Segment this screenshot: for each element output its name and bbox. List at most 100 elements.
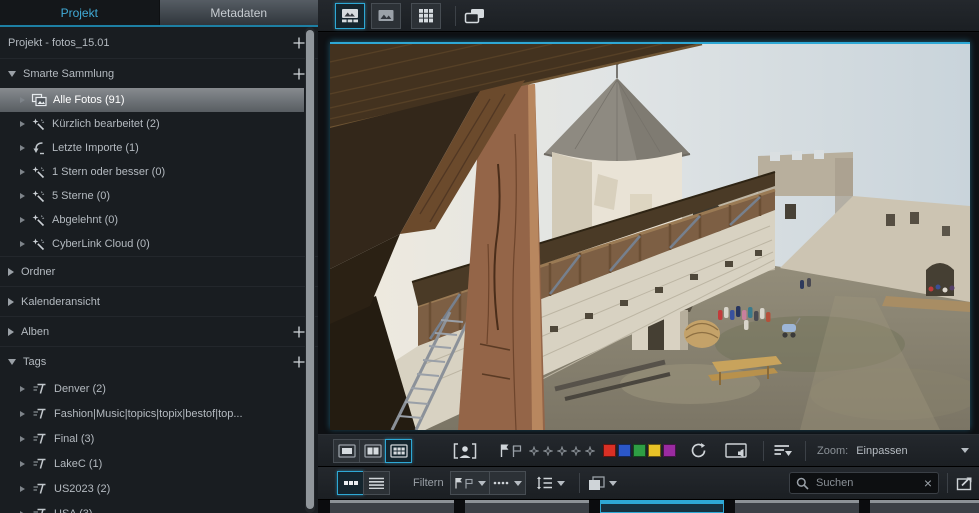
expand-arrow-icon[interactable] [20,436,25,442]
magic-wand-icon [31,165,46,179]
collapse-arrow-icon[interactable] [8,71,16,77]
expand-arrow-icon[interactable] [20,486,25,492]
expand-arrow-icon[interactable] [20,169,25,175]
sidebar-scrollbar[interactable] [305,27,315,513]
tag-item-fashion[interactable]: Fashion|Music|topics|topix|bestof|top... [0,401,318,426]
star-icon[interactable] [529,446,539,456]
stack-photos-button[interactable] [588,476,617,491]
star-icon[interactable] [557,446,567,456]
single-photo-view-button[interactable] [371,3,401,29]
tag-item-denver[interactable]: Denver (2) [0,376,318,401]
collapse-arrow-icon[interactable] [8,359,16,365]
smart-collection-label: Smarte Sammlung [23,68,285,80]
smart-collection-header[interactable]: Smarte Sammlung [0,58,318,88]
filmstrip-view-button[interactable] [335,3,365,29]
item-label: Letzte Importe (1) [52,142,139,154]
sidebar-item-cyberlink-cloud[interactable]: CyberLink Cloud (0) [0,232,318,256]
expand-arrow-icon[interactable] [20,193,25,199]
sidebar-item-last-imports[interactable]: Letzte Importe (1) [0,136,318,160]
color-label-purple[interactable] [663,444,676,457]
project-row[interactable]: Projekt - fotos_15.01 [0,27,318,58]
viewer-grid-button[interactable] [385,439,412,463]
thumbnail-view-button[interactable] [337,471,364,495]
thumbnail-size-button[interactable] [536,476,565,490]
clear-search-icon[interactable]: × [924,476,932,490]
star-icon[interactable] [571,446,581,456]
tag-item-us2023[interactable]: US2023 (2) [0,476,318,501]
thumbnail-cell[interactable] [465,500,589,513]
item-label: 5 Sterne (0) [52,190,110,202]
toolbar-separator [455,6,456,26]
section-tags[interactable]: Tags [0,346,318,376]
grid-view-button[interactable] [411,3,441,29]
expand-arrow-icon[interactable] [8,298,14,306]
tab-metadaten[interactable]: Metadaten [159,0,319,25]
expand-arrow-icon[interactable] [20,121,25,127]
rating-filter-button[interactable] [489,471,526,495]
add-project-button[interactable] [292,36,306,50]
selected-photo[interactable] [330,42,970,430]
add-tag-button[interactable] [292,355,306,369]
sidebar-item-five-stars[interactable]: 5 Sterne (0) [0,184,318,208]
tag-item-final[interactable]: Final (3) [0,426,318,451]
scrollbar-thumb[interactable] [306,30,314,509]
tab-projekt[interactable]: Projekt [0,0,159,25]
tag-label: US2023 (2) [54,483,110,495]
color-label-red[interactable] [603,444,616,457]
magic-wand-icon [31,117,46,131]
thumbnail-cell-selected[interactable] [600,500,724,513]
expand-arrow-icon[interactable] [20,145,25,151]
tag-item-lakec[interactable]: LakeC (1) [0,451,318,476]
toolbar-separator [947,473,948,493]
thumbnail-cell[interactable] [735,500,859,513]
search-box[interactable]: × [789,472,939,494]
expand-arrow-icon[interactable] [20,411,25,417]
viewer-compare-button[interactable] [359,439,386,463]
expand-arrow-icon[interactable] [20,217,25,223]
slideshow-button[interactable] [725,443,747,458]
search-input[interactable] [814,476,919,490]
expand-arrow-icon[interactable] [20,97,25,103]
flag-pick-reject-button[interactable] [499,443,523,458]
toolbar-separator [805,441,806,461]
list-view-button[interactable] [363,471,390,495]
add-album-button[interactable] [292,325,306,339]
rotate-button[interactable] [690,442,708,459]
sidebar-item-rejected[interactable]: Abgelehnt (0) [0,208,318,232]
toolbar-separator [763,441,764,461]
section-alben[interactable]: Alben [0,316,318,346]
section-kalenderansicht[interactable]: Kalenderansicht [0,286,318,316]
project-label: Projekt - fotos_15.01 [8,37,285,49]
add-smart-collection-button[interactable] [292,67,306,81]
tag-label: Denver (2) [54,383,106,395]
flag-filter-button[interactable] [450,471,490,495]
tag-label: LakeC (1) [54,458,102,470]
expand-arrow-icon[interactable] [20,241,25,247]
item-label: CyberLink Cloud (0) [52,238,150,250]
star-icon[interactable] [543,446,553,456]
color-label-blue[interactable] [618,444,631,457]
thumbnail-cell[interactable] [330,500,454,513]
tag-item-usa[interactable]: USA (3) [0,501,318,513]
expand-arrow-icon[interactable] [8,268,14,276]
compare-swap-button[interactable] [464,8,486,24]
color-label-yellow[interactable] [648,444,661,457]
zoom-value-dropdown[interactable]: Einpassen [856,445,907,457]
star-rating-control[interactable] [529,446,595,456]
viewer-single-button[interactable] [333,439,360,463]
viewer-layout-group [333,439,412,463]
zoom-dropdown-caret-icon[interactable] [961,448,969,453]
thumbnail-cell[interactable] [870,500,979,513]
expand-arrow-icon[interactable] [20,461,25,467]
star-icon[interactable] [585,446,595,456]
sidebar-item-recently-edited[interactable]: Kürzlich bearbeitet (2) [0,112,318,136]
expand-arrow-icon[interactable] [20,386,25,392]
sidebar-item-all-photos[interactable]: Alle Fotos (91) [0,88,304,112]
expand-arrow-icon[interactable] [8,328,14,336]
face-tag-button[interactable] [453,443,477,459]
export-button[interactable] [956,476,973,491]
sort-menu-button[interactable] [773,444,793,457]
section-ordner[interactable]: Ordner [0,256,318,286]
color-label-green[interactable] [633,444,646,457]
sidebar-item-one-star-or-better[interactable]: 1 Stern oder besser (0) [0,160,318,184]
